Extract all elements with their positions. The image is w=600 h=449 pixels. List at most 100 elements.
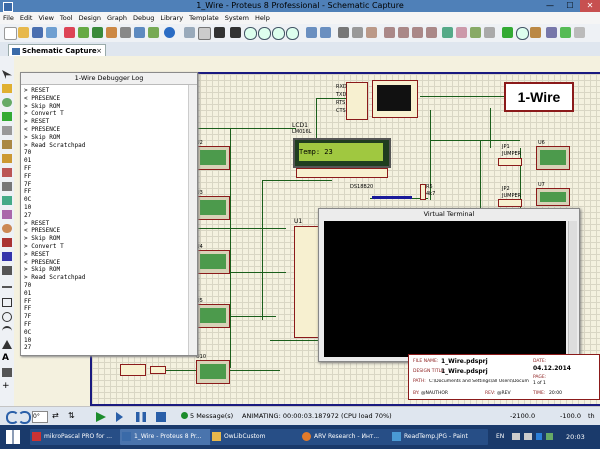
wire[interactable] — [420, 96, 504, 97]
terminals-icon[interactable] — [2, 168, 12, 177]
pan-icon[interactable] — [230, 27, 241, 38]
junction-icon[interactable] — [2, 98, 12, 107]
one-wire-debugger-window[interactable]: 1-Wire Debugger Log > RESET < PRESENCE >… — [20, 72, 198, 356]
text-icon[interactable]: A — [2, 354, 12, 363]
component-r1[interactable] — [150, 366, 166, 374]
minimize-button[interactable]: — — [540, 0, 560, 12]
wire[interactable] — [490, 108, 491, 148]
redo-icon[interactable] — [320, 27, 331, 38]
symbol-icon[interactable] — [2, 368, 12, 377]
zoom-all-icon[interactable] — [272, 27, 285, 40]
block-rotate-icon[interactable] — [412, 27, 423, 38]
messages-icon[interactable] — [181, 412, 188, 419]
decompose-icon[interactable] — [484, 27, 495, 38]
buses-icon[interactable] — [2, 140, 12, 149]
terminal-connector[interactable] — [346, 82, 368, 120]
zoom-out-icon[interactable] — [258, 27, 271, 40]
path-icon[interactable] — [2, 340, 12, 349]
wire[interactable] — [230, 128, 231, 368]
wire[interactable] — [270, 340, 320, 341]
pause-button[interactable] — [136, 412, 146, 422]
menu-library[interactable]: Library — [157, 12, 186, 24]
sensor-u6[interactable] — [536, 146, 570, 170]
taskbar-item-proteus[interactable]: 1_Wire - Proteus 8 Pr... — [120, 429, 218, 445]
mirror-x-icon[interactable]: ⇄ — [52, 411, 59, 420]
mcu-u1[interactable] — [294, 226, 320, 338]
terminal-screen[interactable] — [324, 221, 566, 357]
maximize-button[interactable]: ☐ — [560, 0, 580, 12]
tray-network-icon[interactable] — [512, 433, 520, 440]
close-button[interactable]: ✕ — [580, 0, 600, 12]
jumper-jp1[interactable] — [498, 158, 522, 166]
wire[interactable] — [480, 140, 481, 210]
recorder-icon[interactable] — [2, 210, 12, 219]
menu-design[interactable]: Design — [76, 12, 104, 24]
pick-device-icon[interactable] — [442, 27, 453, 38]
bom-icon[interactable] — [134, 27, 145, 38]
messages-count[interactable]: 5 Message(s) — [190, 412, 233, 420]
block-copy-icon[interactable] — [384, 27, 395, 38]
schematic-icon[interactable] — [78, 27, 89, 38]
wire-autoroute-icon[interactable] — [502, 27, 513, 38]
play-button[interactable] — [96, 412, 106, 422]
block-move-icon[interactable] — [398, 27, 409, 38]
3d-icon[interactable] — [106, 27, 117, 38]
grid-icon[interactable] — [198, 27, 211, 40]
mirror-y-icon[interactable]: ⇅ — [68, 411, 75, 420]
sensor-u4[interactable] — [196, 250, 230, 274]
sensor-u7[interactable] — [536, 188, 570, 206]
clock[interactable]: 20:03 — [566, 433, 585, 441]
line-icon[interactable] — [2, 286, 12, 288]
refresh-icon[interactable] — [184, 27, 195, 38]
lcd-display[interactable]: Temp: 23 — [293, 138, 391, 168]
open-icon[interactable] — [18, 27, 29, 38]
wire[interactable] — [430, 140, 520, 141]
selection-mode-icon[interactable] — [2, 70, 12, 79]
wire[interactable] — [196, 228, 286, 229]
menu-system[interactable]: System — [222, 12, 252, 24]
step-button[interactable] — [116, 412, 123, 422]
home-icon[interactable] — [64, 27, 75, 38]
new-icon[interactable] — [4, 27, 17, 40]
component-mode-icon[interactable] — [2, 84, 12, 93]
wire[interactable] — [316, 98, 317, 138]
origin-icon[interactable] — [214, 27, 225, 38]
language-indicator[interactable]: EN — [496, 433, 504, 440]
paste-icon[interactable] — [366, 27, 377, 38]
tray-app-icon[interactable] — [546, 433, 553, 440]
component-q1[interactable] — [120, 364, 146, 376]
start-button[interactable] — [6, 430, 20, 444]
box-icon[interactable] — [2, 298, 12, 307]
wire[interactable] — [262, 180, 332, 181]
debugger-scrollbar[interactable] — [188, 85, 197, 355]
tray-volume-icon[interactable] — [524, 433, 532, 440]
zoom-area-icon[interactable] — [286, 27, 299, 40]
import-icon[interactable] — [46, 27, 57, 38]
save-icon[interactable] — [32, 27, 43, 38]
tray-bluetooth-icon[interactable] — [536, 433, 542, 440]
block-delete-icon[interactable] — [426, 27, 437, 38]
gerber-icon[interactable] — [120, 27, 131, 38]
menu-edit[interactable]: Edit — [17, 12, 36, 24]
taskbar-item-owlibcustom[interactable]: OwLibCustom — [210, 429, 308, 445]
jumper-jp2[interactable] — [498, 199, 522, 207]
taskbar-item-paint[interactable]: ReadTemp.JPG - Paint — [390, 429, 488, 445]
graph-icon[interactable] — [2, 196, 12, 205]
wire-label-icon[interactable] — [2, 112, 12, 121]
search-icon[interactable] — [516, 27, 529, 40]
taskbar-item-mikropascal[interactable]: mikroPascal PRO for ... — [30, 429, 128, 445]
package-icon[interactable] — [470, 27, 481, 38]
text-script-icon[interactable] — [2, 126, 12, 135]
generator-icon[interactable] — [2, 224, 12, 233]
subcircuit-icon[interactable] — [2, 154, 12, 163]
help-icon[interactable] — [164, 27, 175, 38]
property-assign-icon[interactable] — [530, 27, 541, 38]
debugger-log[interactable]: > RESET < PRESENCE > Skip ROM > Convert … — [24, 87, 186, 353]
undo-icon[interactable] — [306, 27, 317, 38]
terminal-scrollbar[interactable] — [568, 221, 577, 357]
stop-button[interactable] — [156, 412, 166, 422]
angle-input[interactable]: 0° — [32, 411, 48, 423]
wire[interactable] — [196, 128, 296, 129]
taskbar-item-arv-research[interactable]: ARV Research - Инт... — [300, 429, 398, 445]
zoom-in-icon[interactable] — [244, 27, 257, 40]
